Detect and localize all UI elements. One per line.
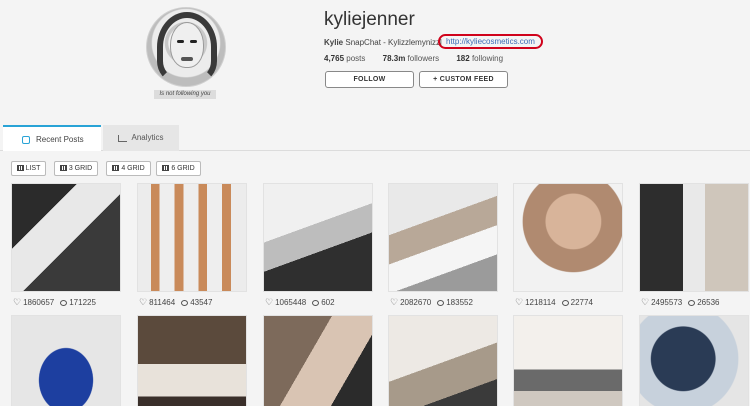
post-tile[interactable] — [639, 315, 749, 406]
likes-count: 1065448 — [275, 298, 307, 307]
post-stats: ♡ 1218114 22774 — [515, 297, 593, 308]
post-image — [640, 316, 748, 406]
post-tile[interactable] — [263, 315, 373, 406]
post-stats: ♡ 2082670 183552 — [390, 297, 473, 308]
post-image — [640, 184, 748, 291]
post-image — [264, 316, 372, 406]
posts-stat: 4,765 posts — [324, 54, 366, 63]
avatar-eye — [190, 40, 197, 43]
list-icon — [16, 165, 24, 171]
likes-count: 811464 — [149, 298, 176, 307]
post-tile[interactable] — [639, 183, 749, 292]
profile-avatar — [146, 7, 226, 87]
avatar-face — [170, 22, 204, 68]
comment-icon — [60, 300, 68, 306]
post-stats: ♡ 1065448 602 — [265, 297, 335, 308]
profile-stats: 4,765 posts 78.3m followers 182 followin… — [324, 54, 518, 63]
post-tile[interactable] — [513, 183, 623, 292]
heart-icon: ♡ — [13, 297, 22, 307]
post-tile[interactable] — [513, 315, 623, 406]
post-image — [138, 316, 246, 406]
follow-button[interactable]: FOLLOW — [325, 71, 414, 88]
tab-analytics[interactable]: Analytics — [103, 125, 179, 151]
likes-count: 2495573 — [651, 298, 683, 307]
post-stats: ♡ 1860657 171225 — [13, 297, 96, 308]
instagram-icon — [22, 136, 30, 144]
post-image — [12, 184, 120, 291]
post-image — [138, 184, 246, 291]
likes-count: 1860657 — [23, 298, 55, 307]
heart-icon: ♡ — [641, 297, 650, 307]
comment-icon — [688, 300, 696, 306]
comments-count: 602 — [321, 298, 335, 307]
grid-icon — [112, 165, 120, 171]
profile-bio: Kylie SnapChat - Kylizzlemynizzl — [324, 38, 442, 47]
six-grid-button[interactable]: 6 GRID — [156, 161, 201, 176]
profile-username: kyliejenner — [324, 9, 415, 30]
tab-recent-posts[interactable]: Recent Posts — [3, 125, 101, 151]
bio-text: SnapChat - Kylizzlemynizzl — [345, 38, 442, 47]
grid-icon — [162, 165, 170, 171]
comment-icon — [181, 300, 189, 306]
comments-count: 22774 — [570, 298, 593, 307]
post-image — [514, 184, 622, 291]
custom-feed-button[interactable]: + CUSTOM FEED — [419, 71, 508, 88]
likes-count: 1218114 — [525, 298, 556, 307]
following-stat[interactable]: 182 following — [456, 54, 503, 63]
post-tile[interactable] — [137, 183, 247, 292]
avatar-lips — [181, 57, 193, 61]
likes-count: 2082670 — [400, 298, 432, 307]
three-grid-button[interactable]: 3 GRID — [54, 161, 98, 176]
post-image — [264, 184, 372, 291]
follow-status: Is not following you — [154, 90, 216, 99]
post-image — [389, 184, 497, 291]
post-tile[interactable] — [263, 183, 373, 292]
list-view-button[interactable]: LIST — [11, 161, 46, 176]
avatar-eye — [177, 40, 184, 43]
comments-count: 183552 — [446, 298, 473, 307]
comment-icon — [561, 300, 569, 306]
post-tile[interactable] — [388, 315, 498, 406]
chart-icon — [118, 134, 128, 142]
post-stats: ♡ 811464 43547 — [139, 297, 212, 308]
post-tile[interactable] — [137, 315, 247, 406]
comments-count: 171225 — [69, 298, 96, 307]
comment-icon — [437, 300, 445, 306]
grid-icon — [59, 165, 67, 171]
four-grid-button[interactable]: 4 GRID — [106, 161, 151, 176]
followers-stat[interactable]: 78.3m followers — [383, 54, 440, 63]
comments-count: 43547 — [190, 298, 213, 307]
heart-icon: ♡ — [390, 297, 399, 307]
bio-link[interactable]: http://kyliecosmetics.com — [438, 34, 543, 49]
post-tile[interactable] — [11, 183, 121, 292]
bio-name: Kylie — [324, 38, 344, 47]
post-image — [12, 316, 120, 406]
post-image — [514, 316, 622, 406]
comments-count: 26536 — [697, 298, 720, 307]
post-tile[interactable] — [388, 183, 498, 292]
heart-icon: ♡ — [265, 297, 274, 307]
heart-icon: ♡ — [139, 297, 148, 307]
heart-icon: ♡ — [515, 297, 524, 307]
post-stats: ♡ 2495573 26536 — [641, 297, 719, 308]
comment-icon — [312, 300, 320, 306]
post-image — [389, 316, 497, 406]
post-tile[interactable] — [11, 315, 121, 406]
